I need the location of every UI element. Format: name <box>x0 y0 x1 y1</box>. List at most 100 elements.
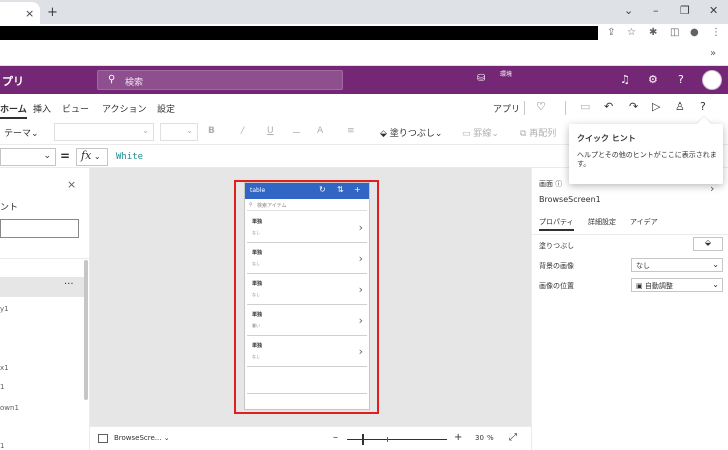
info-icon[interactable]: ⓘ <box>555 180 562 188</box>
fx-label: fx <box>81 149 92 162</box>
fit-to-window-icon[interactable]: ⤢ <box>509 432 517 443</box>
window-close-icon[interactable]: ✕ <box>709 4 718 17</box>
more-options-icon[interactable]: ··· <box>64 279 74 290</box>
quick-hint-tooltip: クイック ヒント ヘルプとその他のヒントがここに表示されます。 <box>569 116 723 184</box>
tree-item-selected[interactable]: ··· <box>0 277 87 297</box>
quick-hint-icon[interactable]: ? <box>700 100 706 113</box>
theme-dropdown[interactable]: テーマ⌄ <box>4 126 39 139</box>
fill-color-picker[interactable]: ⬙ <box>693 237 723 251</box>
chevron-down-icon: ⌄ <box>43 151 51 161</box>
property-select[interactable]: ⌄ <box>0 148 56 166</box>
play-icon[interactable]: ▷ <box>652 100 660 113</box>
italic-button[interactable]: / <box>241 126 244 136</box>
background-image-label: 背景の画像 <box>539 262 574 270</box>
reorder-icon: ⧉ <box>520 129 530 139</box>
comment-icon[interactable]: ▭ <box>580 100 590 113</box>
tree-item[interactable]: own1 <box>0 404 19 412</box>
chevron-down-icon: ⌄ <box>712 260 719 269</box>
browser-menu-icon[interactable]: ⋮ <box>711 27 721 38</box>
app-header: プリ ⚲ 検索 ⛁ 環境 ♫ ⚙ ? <box>0 66 728 94</box>
font-color-button[interactable]: A <box>317 126 323 136</box>
help-icon[interactable]: ? <box>678 73 684 86</box>
url-field[interactable] <box>0 26 598 40</box>
zoom-slider-thumb[interactable] <box>362 434 364 445</box>
star-icon[interactable]: ☆ <box>627 27 636 38</box>
fill-label: 塗りつぶし <box>389 129 435 139</box>
menu-separator <box>565 101 566 115</box>
tree-item[interactable]: 1 <box>0 442 4 450</box>
bookmarks-overflow-icon[interactable]: » <box>710 48 716 59</box>
tab-ideas[interactable]: アイデア <box>630 217 658 227</box>
underline-button[interactable]: U <box>267 126 274 136</box>
environment-icon[interactable]: ⛁ <box>477 73 485 84</box>
sidepanel-icon[interactable]: ◫ <box>670 27 679 38</box>
browser-address-bar: ⇪ ☆ ✱ ◫ ● ⋮ <box>0 24 728 44</box>
notification-bell-icon[interactable]: ♫ <box>620 73 630 86</box>
tree-search-input[interactable] <box>0 219 79 238</box>
border-label: 罫線 <box>473 129 492 139</box>
undo-icon[interactable]: ↶ <box>604 100 613 113</box>
tree-view-title: ント <box>0 203 19 213</box>
menu-settings[interactable]: 設定 <box>157 102 175 115</box>
browser-tab[interactable]: × <box>0 2 40 24</box>
chevron-down-icon: ⌄ <box>186 126 193 135</box>
user-avatar[interactable] <box>702 70 722 90</box>
tree-item[interactable]: y1 <box>0 305 9 313</box>
current-screen-name: BrowseScre... <box>114 434 162 442</box>
fx-button[interactable]: fx ⌄ <box>76 148 108 166</box>
reorder-button[interactable]: ⧉ 再配列 <box>520 126 556 139</box>
share-icon[interactable]: ⇪ <box>607 27 615 38</box>
new-tab-icon[interactable]: + <box>47 5 58 20</box>
paint-bucket-icon: ⬙ <box>380 129 390 139</box>
background-image-value: なし <box>636 262 650 270</box>
share-user-icon[interactable]: ♙ <box>675 100 685 113</box>
tree-scrollbar[interactable] <box>84 260 88 400</box>
tab-properties[interactable]: プロパティ <box>539 217 574 231</box>
equals-sign: = <box>60 149 71 163</box>
font-size-select[interactable]: ⌄ <box>160 123 198 141</box>
health-check-icon[interactable]: ♡ <box>536 100 546 113</box>
tab-search-icon[interactable]: ⌄ <box>624 4 633 17</box>
app-checker-label[interactable]: アプリ <box>493 102 520 115</box>
tree-item[interactable]: x1 <box>0 364 9 372</box>
minimize-icon[interactable]: – <box>653 4 659 17</box>
zoom-slider-tick <box>387 437 388 442</box>
extensions-icon[interactable]: ✱ <box>649 27 657 38</box>
font-family-select[interactable]: ⌄ <box>54 123 154 141</box>
formula-input[interactable]: White <box>112 148 566 166</box>
menu-insert[interactable]: 挿入 <box>33 102 51 115</box>
menu-view[interactable]: ビュー <box>62 102 89 115</box>
profile-icon[interactable]: ● <box>690 27 699 38</box>
image-position-value: 自動調整 <box>644 282 673 290</box>
border-button[interactable]: ▭ 罫線⌄ <box>462 126 499 139</box>
close-panel-icon[interactable]: × <box>67 178 76 191</box>
image-position-select[interactable]: ▣ 自動調整 ⌄ <box>631 278 723 292</box>
menu-home[interactable]: ホーム <box>0 102 27 119</box>
menu-action[interactable]: アクション <box>102 102 147 115</box>
tab-advanced[interactable]: 詳細設定 <box>588 217 616 227</box>
chevron-down-icon: ⌄ <box>91 152 101 161</box>
zoom-out-button[interactable]: – <box>333 432 338 443</box>
chevron-down-icon: ⌄ <box>142 126 149 135</box>
theme-label: テーマ <box>4 129 32 139</box>
maximize-icon[interactable]: ❐ <box>680 4 690 17</box>
tab-close-icon[interactable]: × <box>25 7 34 20</box>
screen-selector[interactable]: BrowseScre... ⌄ <box>114 434 170 442</box>
reorder-label: 再配列 <box>529 129 557 139</box>
tree-item[interactable]: 1 <box>0 383 4 391</box>
settings-gear-icon[interactable]: ⚙ <box>648 73 658 86</box>
bold-button[interactable]: B <box>208 126 215 136</box>
fill-button[interactable]: ⬙ 塗りつぶし⌄ <box>380 126 442 139</box>
image-position-label: 画像の位置 <box>539 282 574 290</box>
image-position-icon: ▣ <box>636 282 645 290</box>
strikethrough-button[interactable]: ー <box>292 126 301 139</box>
global-search[interactable]: ⚲ 検索 <box>97 70 343 90</box>
redo-icon[interactable]: ↷ <box>629 100 638 113</box>
screen-section-label: 画面 ⓘ <box>539 180 563 188</box>
paint-bucket-icon: ⬙ <box>704 238 712 247</box>
align-button[interactable]: ≡ <box>347 126 355 136</box>
browser-tab-strip: × + ⌄ – ❐ ✕ <box>0 0 728 24</box>
background-image-select[interactable]: なし ⌄ <box>631 258 723 272</box>
zoom-in-button[interactable]: + <box>454 432 462 443</box>
zoom-unit: % <box>487 434 494 442</box>
